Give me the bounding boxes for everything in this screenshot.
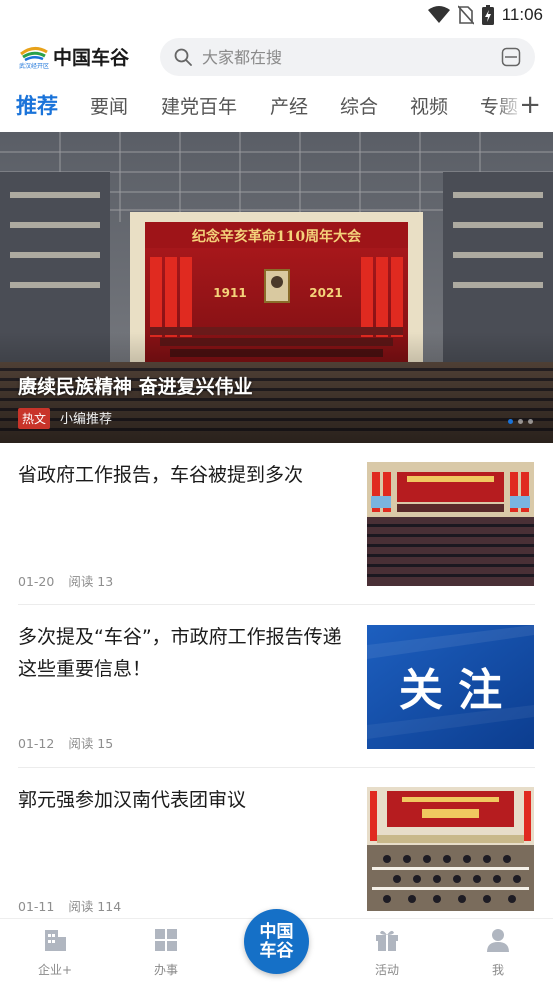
hero-title[interactable]: 赓续民族精神 奋进复兴伟业 — [18, 372, 253, 399]
center-line2: 车谷 — [259, 940, 294, 961]
carousel-dot — [528, 419, 533, 424]
hero-year-left: 1911 — [213, 286, 246, 300]
battery-charging-icon — [481, 5, 494, 25]
nav-label: 活动 — [374, 963, 399, 977]
add-tab-icon[interactable]: + — [519, 92, 541, 118]
nav-enterprise[interactable]: 企业+ — [20, 927, 90, 978]
news-title[interactable]: 省政府工作报告，车谷被提到多次 — [18, 459, 358, 491]
logo-emblem: 武汉经开区 — [18, 42, 50, 70]
news-title[interactable]: 郭元强参加汉南代表团审议 — [18, 784, 358, 816]
search-input[interactable] — [202, 38, 472, 76]
hero-banner-text: 纪念辛亥革命110周年大会 — [192, 228, 362, 245]
center-line1: 中国 — [259, 921, 294, 942]
news-item[interactable]: 郭元强参加汉南代表团审议 01-11 阅读 114 — [0, 768, 553, 930]
hero-carousel[interactable]: 纪念辛亥革命110周年大会 1911 2021 赓续民族精神 奋进复兴伟业 热文… — [0, 132, 553, 443]
tab-general[interactable]: 综合 — [340, 92, 378, 119]
carousel-indicator — [508, 419, 533, 424]
search-bar[interactable] — [160, 38, 535, 76]
carousel-dot — [518, 419, 523, 424]
nav-label: 我 — [491, 963, 504, 977]
category-tabs: 推荐 要闻 建党百年 产经 综合 视频 专题 + — [0, 84, 553, 130]
news-thumbnail[interactable] — [367, 462, 534, 586]
tab-industry[interactable]: 产经 — [270, 92, 308, 119]
news-meta: 01-20 阅读 13 — [18, 571, 123, 590]
wifi-icon — [427, 6, 450, 23]
no-sim-icon — [457, 5, 474, 25]
news-meta: 01-12 阅读 15 — [18, 733, 123, 752]
news-date: 01-12 — [18, 736, 55, 751]
nav-label: 办事 — [153, 963, 178, 977]
news-date: 01-20 — [18, 574, 55, 589]
status-bar: 11:06 — [0, 0, 553, 32]
nav-activities[interactable]: 活动 — [352, 927, 422, 978]
tab-party-centenary[interactable]: 建党百年 — [161, 92, 237, 119]
user-icon — [487, 929, 509, 952]
tab-recommended[interactable]: 推荐 — [16, 90, 58, 120]
nav-me[interactable]: 我 — [463, 927, 533, 978]
news-date: 01-11 — [18, 899, 55, 914]
nav-services[interactable]: 办事 — [131, 927, 201, 978]
hero-subtitle: 小编推荐 — [60, 412, 113, 427]
news-reads: 阅读 13 — [68, 574, 114, 589]
bottom-nav: 企业+ 办事 中国 车谷 活动 我 — [0, 909, 553, 983]
logo-small-text: 武汉经开区 — [19, 62, 49, 70]
news-reads: 阅读 114 — [68, 899, 122, 914]
tab-news[interactable]: 要闻 — [90, 92, 128, 119]
logo-text: 中国车谷 — [53, 46, 130, 69]
tab-video[interactable]: 视频 — [410, 92, 448, 119]
status-time: 11:06 — [501, 5, 543, 24]
news-item[interactable]: 多次提及“车谷”，市政府工作报告传递这些重要信息！ 01-12 阅读 15 关 … — [0, 605, 553, 767]
app-header: 武汉经开区 中国车谷 — [0, 32, 553, 82]
app-logo[interactable]: 武汉经开区 中国车谷 — [18, 42, 130, 71]
news-reads: 阅读 15 — [68, 736, 114, 751]
hot-tag: 热文 — [18, 408, 51, 429]
nav-label: 企业+ — [37, 963, 73, 977]
news-thumbnail[interactable] — [367, 787, 534, 911]
news-title[interactable]: 多次提及“车谷”，市政府工作报告传递这些重要信息！ — [18, 621, 358, 685]
enterprise-icon — [45, 930, 66, 951]
grid-icon — [155, 929, 177, 951]
home-center-button[interactable]: 中国 车谷 — [244, 909, 309, 974]
scan-icon[interactable] — [501, 47, 521, 67]
thumb-attention-text: 关 注 — [399, 665, 502, 716]
news-meta: 01-11 阅读 114 — [18, 896, 131, 915]
status-icons: 11:06 — [427, 5, 543, 25]
news-thumbnail[interactable]: 关 注 — [367, 625, 534, 749]
news-item[interactable]: 省政府工作报告，车谷被提到多次 01-20 阅读 13 — [0, 443, 553, 605]
hero-year-right: 2021 — [309, 286, 342, 300]
carousel-dot — [508, 419, 513, 424]
gift-icon — [376, 930, 398, 951]
search-icon — [174, 48, 192, 66]
